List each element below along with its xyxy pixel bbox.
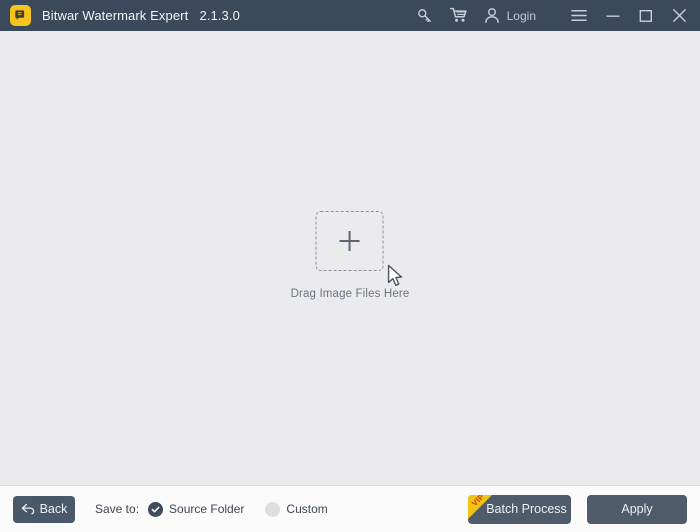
dropzone-label: Drag Image Files Here xyxy=(290,288,410,300)
radio-unchecked-icon xyxy=(265,501,281,517)
save-to-label: Save to: xyxy=(95,502,140,516)
back-arrow-icon xyxy=(21,503,35,515)
app-title-name: Bitwar Watermark Expert xyxy=(42,8,189,23)
title-bar: Bitwar Watermark Expert 2.1.3.0 Login xyxy=(0,0,700,31)
batch-process-button[interactable]: VIP Batch Process xyxy=(468,494,571,524)
cart-icon[interactable] xyxy=(442,0,478,31)
image-dropzone[interactable] xyxy=(316,211,403,287)
radio-checked-icon xyxy=(148,501,164,517)
login-label: Login xyxy=(506,8,536,23)
app-version: 2.1.3.0 xyxy=(199,8,240,23)
dropzone-wrapper: Drag Image Files Here xyxy=(291,211,410,300)
minimize-icon[interactable] xyxy=(596,0,629,31)
close-icon[interactable] xyxy=(662,0,697,31)
title-bar-actions: Login xyxy=(408,0,700,31)
radio-label-source-folder: Source Folder xyxy=(169,502,245,516)
apply-button-label: Apply xyxy=(621,502,653,516)
main-content-area: Drag Image Files Here xyxy=(0,31,700,486)
hamburger-menu-icon[interactable] xyxy=(562,0,596,31)
app-logo-icon xyxy=(10,5,31,26)
apply-button[interactable]: Apply xyxy=(587,494,687,524)
app-title: Bitwar Watermark Expert 2.1.3.0 xyxy=(42,8,240,23)
back-button-label: Back xyxy=(39,502,68,516)
maximize-icon[interactable] xyxy=(629,0,662,31)
login-button[interactable]: Login xyxy=(478,0,540,31)
radio-option-custom[interactable]: Custom xyxy=(265,501,328,517)
radio-option-source-folder[interactable]: Source Folder xyxy=(148,501,245,517)
app-window: Bitwar Watermark Expert 2.1.3.0 Login Dr… xyxy=(0,0,700,532)
key-icon[interactable] xyxy=(408,0,442,31)
batch-process-label: Batch Process xyxy=(486,502,567,516)
user-icon xyxy=(484,7,500,24)
cursor-arrow-icon xyxy=(387,264,407,289)
radio-label-custom: Custom xyxy=(286,502,328,516)
back-button[interactable]: Back xyxy=(13,495,75,523)
bottom-bar: Back Save to: Source Folder Custom VIP B… xyxy=(0,486,700,532)
save-to-radio-group: Source Folder Custom xyxy=(148,501,328,517)
plus-icon xyxy=(340,231,360,251)
